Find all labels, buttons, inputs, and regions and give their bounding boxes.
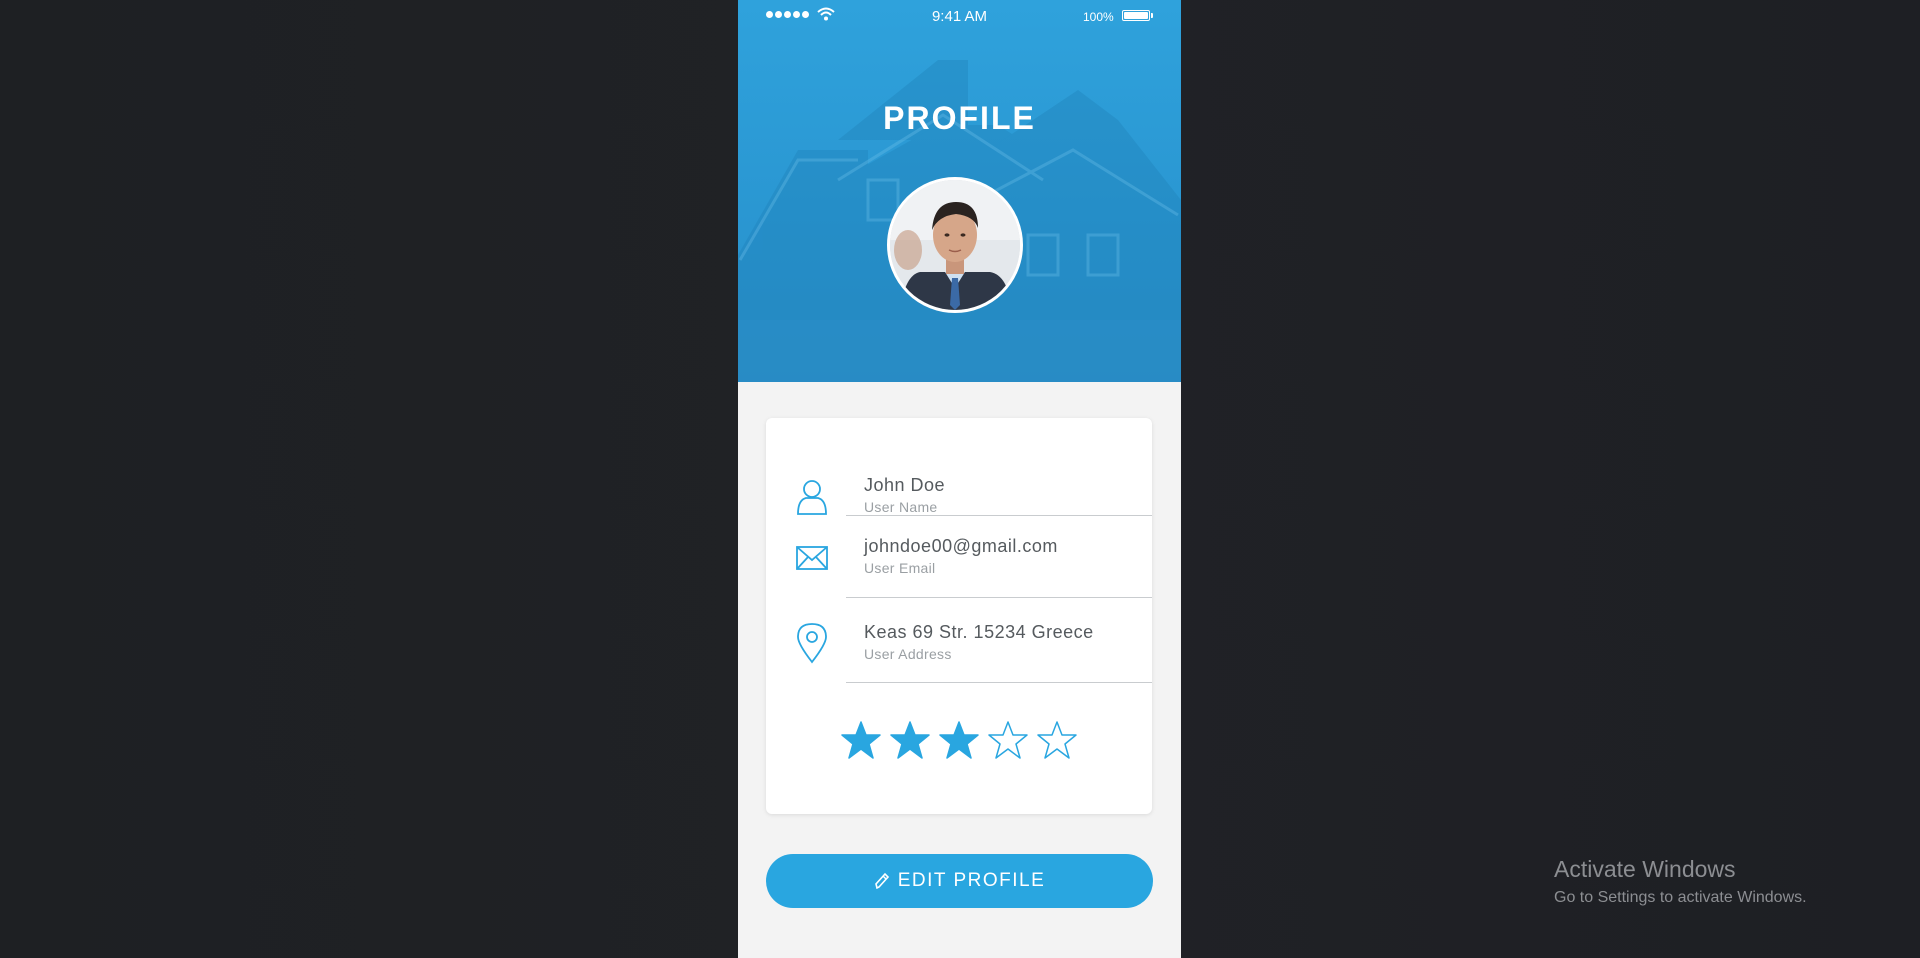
mail-icon [796, 546, 828, 570]
avatar[interactable] [887, 177, 1023, 313]
user-address-value: Keas 69 Str. 15234 Greece [864, 622, 1094, 642]
watermark-subtitle: Go to Settings to activate Windows. [1554, 889, 1807, 906]
edit-profile-label: EDIT PROFILE [897, 870, 1046, 891]
desktop-background: 9:41 AM 100% PROFILE John Doe User Name … [0, 0, 1920, 958]
avatar-photo [890, 180, 1020, 310]
user-name-value: John Doe [864, 475, 946, 495]
user-email-label: User Email [864, 560, 936, 576]
status-bar: 9:41 AM 100% [738, 0, 1181, 32]
page-title: PROFILE [883, 100, 1036, 136]
user-email-value: johndoe00@gmail.com [864, 536, 1058, 556]
location-pin-icon [797, 623, 827, 664]
user-icon [797, 480, 827, 515]
star-empty-icon[interactable] [1037, 720, 1077, 760]
user-name-label: User Name [864, 499, 938, 515]
divider [846, 597, 1152, 598]
star-empty-icon[interactable] [988, 720, 1028, 760]
profile-info-card: John Doe User Name johndoe00@gmail.com U… [766, 418, 1152, 814]
divider [846, 682, 1152, 683]
phone-screen: 9:41 AM 100% PROFILE John Doe User Name … [738, 0, 1181, 958]
rating-stars[interactable] [841, 720, 1077, 760]
pencil-icon [874, 872, 889, 890]
divider [846, 515, 1152, 516]
star-filled-icon[interactable] [890, 720, 930, 760]
watermark-title: Activate Windows [1554, 856, 1736, 882]
profile-header: 9:41 AM 100% PROFILE [738, 0, 1181, 382]
windows-activation-watermark: Activate Windows Go to Settings to activ… [1554, 856, 1807, 907]
star-filled-icon[interactable] [939, 720, 979, 760]
star-filled-icon[interactable] [841, 720, 881, 760]
battery-icon [1122, 10, 1150, 21]
edit-profile-button[interactable]: EDIT PROFILE [766, 854, 1153, 908]
status-time: 9:41 AM [931, 8, 988, 25]
user-address-label: User Address [864, 646, 952, 662]
battery-percentage: 100% [1083, 10, 1114, 24]
